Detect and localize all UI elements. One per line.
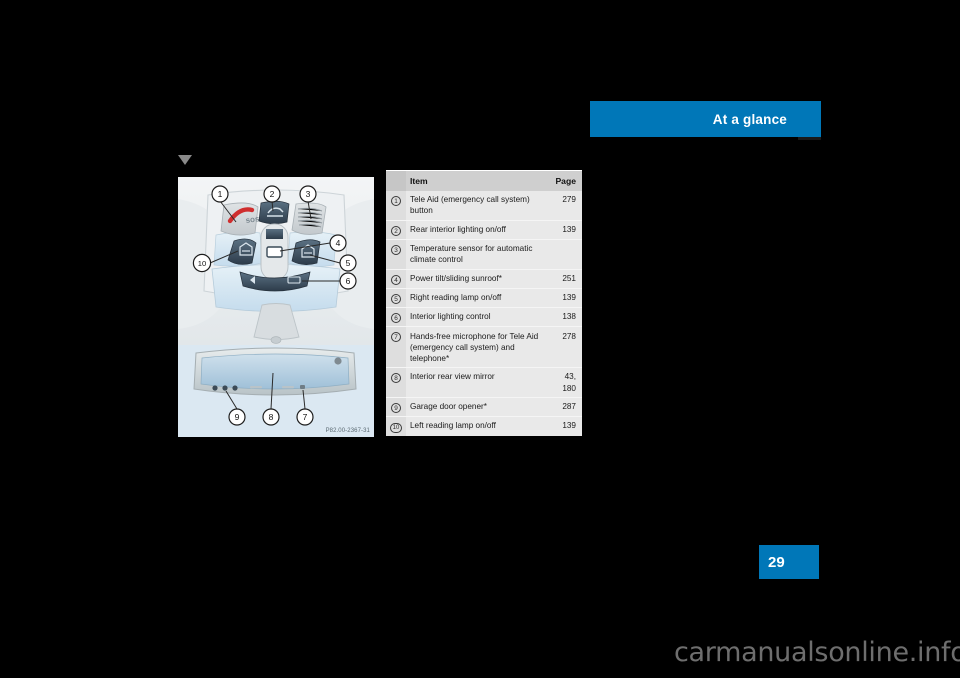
svg-text:2: 2 [270,189,275,199]
row-item-cell: Interior lighting control [406,307,546,327]
callout-badge: 8 [391,373,401,384]
chapter-title: At a glance [712,111,787,127]
row-page-cell: 138 [546,307,582,327]
site-watermark: carmanualsonline.info [674,637,960,668]
table-row: 10 Left reading lamp on/off 139 [386,416,582,437]
figure-caption-code: P82.00-2367-31 [325,428,370,434]
overhead-console-illustration: sos 1 2 3 4 5 6 10 9 8 7 [178,177,374,437]
row-number-cell: 10 [386,416,406,437]
column-header-item: Item [406,171,546,191]
svg-text:9: 9 [235,412,240,422]
callout-badge: 1 [391,195,401,206]
row-item-cell: Rear interior lighting on/off [406,219,546,240]
row-number-cell: 8 [386,367,406,398]
table-row: 6 Interior lighting control 138 [386,307,582,327]
callout-badge: 3 [391,244,401,255]
table-row: 5 Right reading lamp on/off 139 [386,287,582,308]
row-number-cell: 4 [386,268,406,289]
callout-badge: 10 [389,423,403,434]
row-item-cell: Interior rear view mirror [406,367,546,398]
row-item-cell: Temperature sensor for automatic climate… [406,238,546,270]
page-number-box: 29 [759,545,819,579]
svg-text:6: 6 [346,276,351,286]
table-row: 8 Interior rear view mirror 43, 180 [386,367,582,398]
row-number-cell: 7 [386,326,406,368]
row-page-cell: 278 [546,326,582,368]
row-item-cell: Hands-free microphone for Tele Aid (emer… [406,326,546,368]
row-page-cell: 139 [546,416,582,437]
row-page-cell: 139 [546,219,582,240]
svg-text:4: 4 [336,238,341,248]
table-row: 4 Power tilt/sliding sunroof* 251 [386,268,582,289]
row-item-cell: Garage door opener* [406,397,546,417]
row-page-cell: 287 [546,397,582,417]
row-number-cell: 5 [386,287,406,308]
column-header-page: Page [546,171,582,191]
callout-badge: 9 [391,402,401,413]
svg-text:3: 3 [306,189,311,199]
table-row: 9 Garage door opener* 287 [386,397,582,417]
row-item-cell: Power tilt/sliding sunroof* [406,268,546,289]
svg-text:5: 5 [346,258,351,268]
table-row: 7 Hands-free microphone for Tele Aid (em… [386,326,582,368]
callout-badge: 6 [391,312,401,323]
row-page-cell [546,238,582,270]
row-number-cell: 9 [386,397,406,417]
chapter-tab: At a glance [590,101,821,137]
row-page-cell: 251 [546,268,582,289]
row-item-cell: Left reading lamp on/off [406,416,546,437]
table-row: 2 Rear interior lighting on/off 139 [386,219,582,240]
chapter-tab-shadow [798,137,821,140]
figure-overhead-console: sos 1 2 3 4 5 6 10 9 8 7 P82.00-2367-31 [178,177,374,437]
page-number: 29 [768,553,785,571]
table-row: 3 Temperature sensor for automatic clima… [386,238,582,270]
row-page-cell: 279 [562,195,576,205]
manual-page: At a glance sos 1 2 3 4 5 6 10 9 8 7 P82… [0,0,960,678]
legend-table: Item Page 1 Tele Aid (emergency call sys… [386,170,582,437]
callout-badge: 5 [391,293,401,304]
svg-text:1: 1 [218,189,223,199]
row-number-cell: 1 [386,191,406,221]
row-page-cell: 139 [546,287,582,308]
triangle-down-icon [178,155,192,165]
svg-text:8: 8 [269,412,274,422]
svg-text:10: 10 [198,259,206,268]
row-number-cell: 3 [386,238,406,270]
callout-badge: 7 [391,332,401,343]
row-page-cell: 43, 180 [546,367,582,398]
row-number-cell: 6 [386,307,406,327]
row-number-cell: 2 [386,219,406,240]
row-item-cell: Tele Aid (emergency call system) button [410,195,530,216]
callout-badge: 2 [391,225,401,236]
table-header-row: Item Page [386,171,582,191]
table-row: 1 Tele Aid (emergency call system) butto… [386,191,582,221]
column-header-number [386,171,406,191]
table-body: 1 Tele Aid (emergency call system) butto… [386,191,582,437]
row-item-cell: Right reading lamp on/off [406,287,546,308]
svg-text:7: 7 [303,412,308,422]
callout-badge: 4 [391,274,401,285]
